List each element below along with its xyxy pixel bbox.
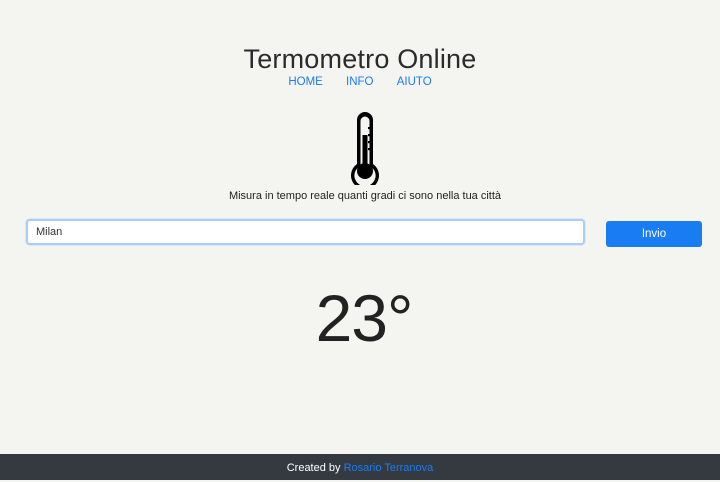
nav-item-info[interactable]: INFO bbox=[346, 76, 373, 88]
page-title: Termometro Online bbox=[243, 44, 477, 75]
top-nav: HOME INFO AIUTO bbox=[0, 76, 720, 88]
temperature-readout: 23° bbox=[315, 281, 414, 355]
thermometer-icon bbox=[351, 112, 379, 185]
nav-item-home[interactable]: HOME bbox=[288, 76, 323, 88]
footer-credit-prefix: Created by bbox=[286, 462, 341, 474]
footer-author-link[interactable]: Rosario Terranova bbox=[344, 462, 434, 474]
tagline: Misura in tempo reale quanti gradi ci so… bbox=[228, 190, 502, 202]
submit-button[interactable]: Invio bbox=[606, 221, 702, 247]
nav-item-aiuto[interactable]: AIUTO bbox=[397, 76, 432, 88]
footer: Created by Rosario Terranova bbox=[0, 454, 720, 480]
city-search-input[interactable] bbox=[26, 219, 585, 245]
